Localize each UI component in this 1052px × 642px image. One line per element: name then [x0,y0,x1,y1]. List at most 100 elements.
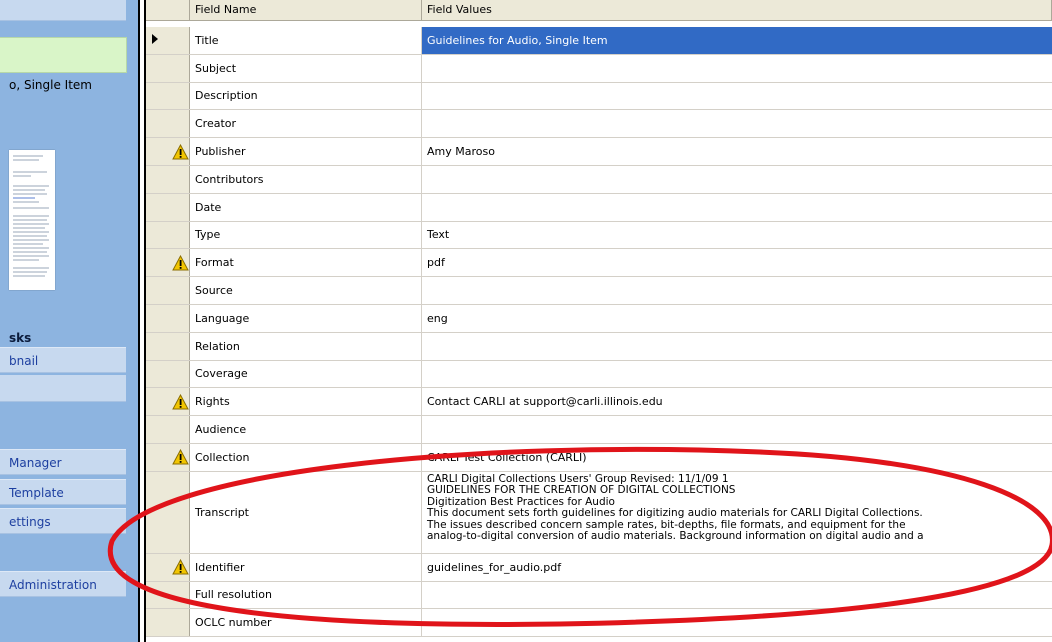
field-value-cell[interactable]: Contact CARLI at support@carli.illinois.… [422,388,1052,415]
row-selector[interactable] [146,277,190,304]
field-name-cell[interactable]: Date [190,193,422,221]
field-value-cell[interactable]: eng [422,305,1052,332]
row-selector[interactable] [146,249,190,277]
field-name-cell[interactable]: Description [190,82,422,110]
table-row[interactable]: Coverage [146,360,1052,389]
row-selector[interactable] [146,581,190,609]
warning-icon [172,254,189,271]
tasks-section-heading: sks [9,331,32,345]
field-name-cell[interactable]: Language [190,304,422,332]
field-name-cell[interactable]: Identifier [190,553,422,581]
table-row[interactable]: Type Text [146,221,1052,250]
row-selector[interactable] [146,471,190,553]
row-selector[interactable] [146,54,190,82]
field-name-cell[interactable]: OCLC number [190,609,422,637]
table-row[interactable]: Rights Contact CARLI at support@carli.ill… [146,388,1052,417]
task-link-template[interactable]: Template [0,479,126,505]
field-value-cell[interactable]: CARLI Digital Collections Users' Group R… [422,472,1052,544]
field-name-cell[interactable]: Coverage [190,360,422,388]
table-row[interactable]: OCLC number [146,609,1052,638]
field-name-cell[interactable]: Rights [190,388,422,416]
table-row[interactable]: Collection CARLI Test Collection (CARLI) [146,443,1052,472]
field-name-cell[interactable]: Audience [190,416,422,443]
table-row[interactable]: Full resolution [146,581,1052,610]
field-value-cell[interactable] [422,166,1052,193]
field-value-cell[interactable] [422,609,1052,636]
table-row[interactable]: Subject [146,54,1052,83]
field-name-cell[interactable]: Type [190,221,422,249]
field-value-cell[interactable] [422,277,1052,304]
transcript-line: analog-to-digital conversion of audio ma… [427,530,924,543]
row-selector[interactable] [146,165,190,193]
field-value-cell[interactable] [422,83,1052,110]
row-selector[interactable] [146,388,190,416]
row-selector[interactable] [146,332,190,360]
field-name-cell[interactable]: Transcript [190,471,422,553]
row-selector[interactable] [146,304,190,332]
field-values-header[interactable]: Field Values [422,0,1052,20]
row-selector[interactable] [146,193,190,221]
row-selector[interactable] [146,553,190,581]
field-name-cell[interactable]: Publisher [190,138,422,165]
field-name-cell[interactable]: Source [190,277,422,304]
field-value-cell[interactable]: pdf [422,249,1052,276]
table-row[interactable]: Contributors [146,165,1052,194]
field-name-cell[interactable]: Full resolution [190,581,422,609]
task-link-manager[interactable]: Manager [0,449,126,475]
grid-rows: Title Guidelines for Audio, Single Item Su… [146,27,1052,638]
warning-icon [172,559,189,575]
field-name-cell[interactable]: Subject [190,54,422,82]
task-link-settings[interactable]: ettings [0,508,126,534]
field-name-cell[interactable]: Creator [190,110,422,138]
warning-icon [172,449,189,465]
task-link-thumbnail[interactable]: bnail [0,347,126,373]
warning-icon [172,393,189,410]
task-link-administration[interactable]: Administration [0,571,126,597]
table-row[interactable]: Language eng [146,304,1052,333]
field-value-cell[interactable] [422,416,1052,443]
table-row[interactable]: Format pdf [146,249,1052,278]
field-name-header[interactable]: Field Name [190,0,422,20]
table-row[interactable]: Title Guidelines for Audio, Single Item [146,27,1052,55]
metadata-grid: Field Name Field Values Title Guidelines … [146,0,1052,642]
row-selector[interactable] [146,221,190,249]
row-selector[interactable] [146,609,190,637]
document-thumbnail[interactable] [9,150,55,290]
field-value-cell[interactable] [422,361,1052,388]
row-selector[interactable] [146,443,190,471]
field-name-cell[interactable]: Collection [190,443,422,471]
field-name-cell[interactable]: Title [190,27,422,54]
field-value-cell[interactable] [422,110,1052,137]
field-name-cell[interactable]: Relation [190,332,422,360]
field-value-cell[interactable] [422,194,1052,221]
field-value-cell[interactable]: Text [422,222,1052,249]
row-selector[interactable] [146,82,190,110]
row-selector[interactable] [146,138,190,165]
field-value-cell[interactable] [422,582,1052,609]
table-row[interactable]: Date [146,193,1052,222]
table-row[interactable]: Identifier guidelines_for_audio.pdf [146,553,1052,582]
row-selector[interactable] [146,110,190,138]
field-value-cell[interactable]: Amy Maroso [422,138,1052,165]
row-selector[interactable] [146,27,190,54]
field-value-cell[interactable]: guidelines_for_audio.pdf [422,554,1052,581]
field-value-cell[interactable]: CARLI Test Collection (CARLI) [422,444,1052,471]
table-row[interactable]: Publisher Amy Maroso [146,138,1052,166]
task-pane: o, Single Item sks bnail Manager Templat… [0,0,138,642]
item-highlight-box [0,37,127,73]
task-link-blank[interactable] [0,375,126,402]
row-selector[interactable] [146,416,190,443]
table-row[interactable]: Relation [146,332,1052,361]
row-selector-header [146,0,190,20]
table-row[interactable]: Source [146,277,1052,305]
field-name-cell[interactable]: Contributors [190,165,422,193]
table-row[interactable]: Description [146,82,1052,111]
field-value-cell[interactable]: Guidelines for Audio, Single Item [422,27,1052,54]
field-name-cell[interactable]: Format [190,249,422,277]
field-value-cell[interactable] [422,333,1052,360]
table-row[interactable]: Creator [146,110,1052,139]
table-row[interactable]: Audience [146,416,1052,444]
table-row[interactable]: Transcript CARLI Digital Collections User… [146,471,1052,554]
field-value-cell[interactable] [422,55,1052,82]
row-selector[interactable] [146,360,190,388]
